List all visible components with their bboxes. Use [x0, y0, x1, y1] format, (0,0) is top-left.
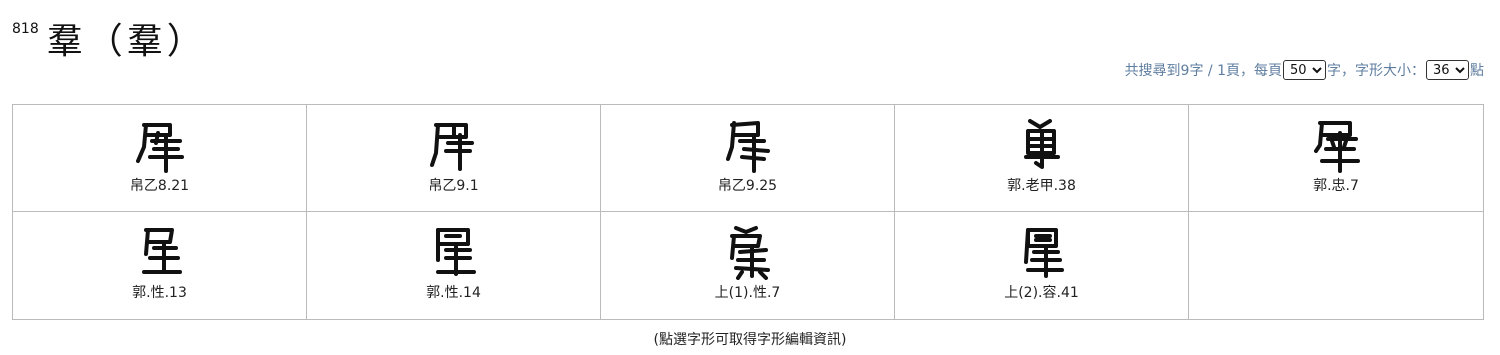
glyph-source-label: 上(1).性.7 — [714, 285, 781, 301]
glyph-source-label: 帛乙9.25 — [717, 178, 778, 194]
entry-number: 818 — [12, 21, 39, 37]
glyph-cell[interactable]: 上(1).性.7 — [601, 212, 895, 319]
glyph-cell[interactable]: 上(2).容.41 — [895, 212, 1189, 319]
glyph-source-label: 帛乙8.21 — [129, 178, 190, 194]
qun-glyph-variant-5 — [1314, 121, 1360, 173]
glyph-cell[interactable]: 帛乙8.21 — [13, 105, 307, 212]
qun-glyph-variant-9 — [1023, 228, 1064, 278]
qun-glyph-variant-6 — [141, 228, 182, 274]
glyph-source-label: 郭.忠.7 — [1313, 178, 1359, 194]
qun-glyph-variant-3 — [725, 121, 770, 173]
glyph-source-label: 上(2).容.41 — [1004, 285, 1079, 301]
page-title: 818 羣（羣） — [12, 2, 207, 62]
qun-glyph-variant-2 — [429, 123, 474, 171]
glyph-grid: 帛乙8.21 帛乙9.1 帛乙9.25 郭.老甲.38 郭.忠.7 郭.性.13… — [12, 104, 1484, 320]
glyph-cell[interactable]: 郭.老甲.38 — [895, 105, 1189, 212]
per-page-select[interactable]: 50 — [1283, 60, 1326, 80]
empty-cell — [1189, 212, 1483, 319]
qun-glyph-variant-1 — [135, 123, 184, 173]
search-status-bar: 共搜尋到9字 / 1頁，每頁 50 字，字形大小： 36 點 — [1125, 59, 1484, 81]
glyph-cell[interactable]: 帛乙9.25 — [601, 105, 895, 212]
title-glyph: 羣（羣） — [46, 21, 207, 62]
result-count-text: 共搜尋到9字 / 1頁，每頁 — [1124, 63, 1282, 79]
glyph-cell[interactable]: 郭.忠.7 — [1189, 105, 1483, 212]
glyph-size-select[interactable]: 36 — [1426, 60, 1469, 80]
glyph-cell[interactable]: 郭.性.13 — [13, 212, 307, 319]
qun-glyph-variant-8 — [729, 226, 770, 280]
glyph-source-label: 帛乙9.1 — [428, 178, 479, 194]
glyph-source-label: 郭.性.14 — [426, 285, 481, 301]
glyph-cell[interactable]: 帛乙9.1 — [307, 105, 601, 212]
qun-glyph-variant-7 — [435, 228, 476, 276]
glyph-source-label: 郭.性.13 — [132, 285, 187, 301]
footer-hint: (點選字形可取得字形編輯資訊) — [653, 332, 847, 348]
glyph-source-label: 郭.老甲.38 — [1007, 178, 1076, 194]
size-unit-text: 點 — [1470, 63, 1484, 79]
glyph-size-label: 字，字形大小： — [1327, 63, 1425, 79]
qun-glyph-variant-4 — [1023, 119, 1060, 169]
glyph-cell[interactable]: 郭.性.14 — [307, 212, 601, 319]
